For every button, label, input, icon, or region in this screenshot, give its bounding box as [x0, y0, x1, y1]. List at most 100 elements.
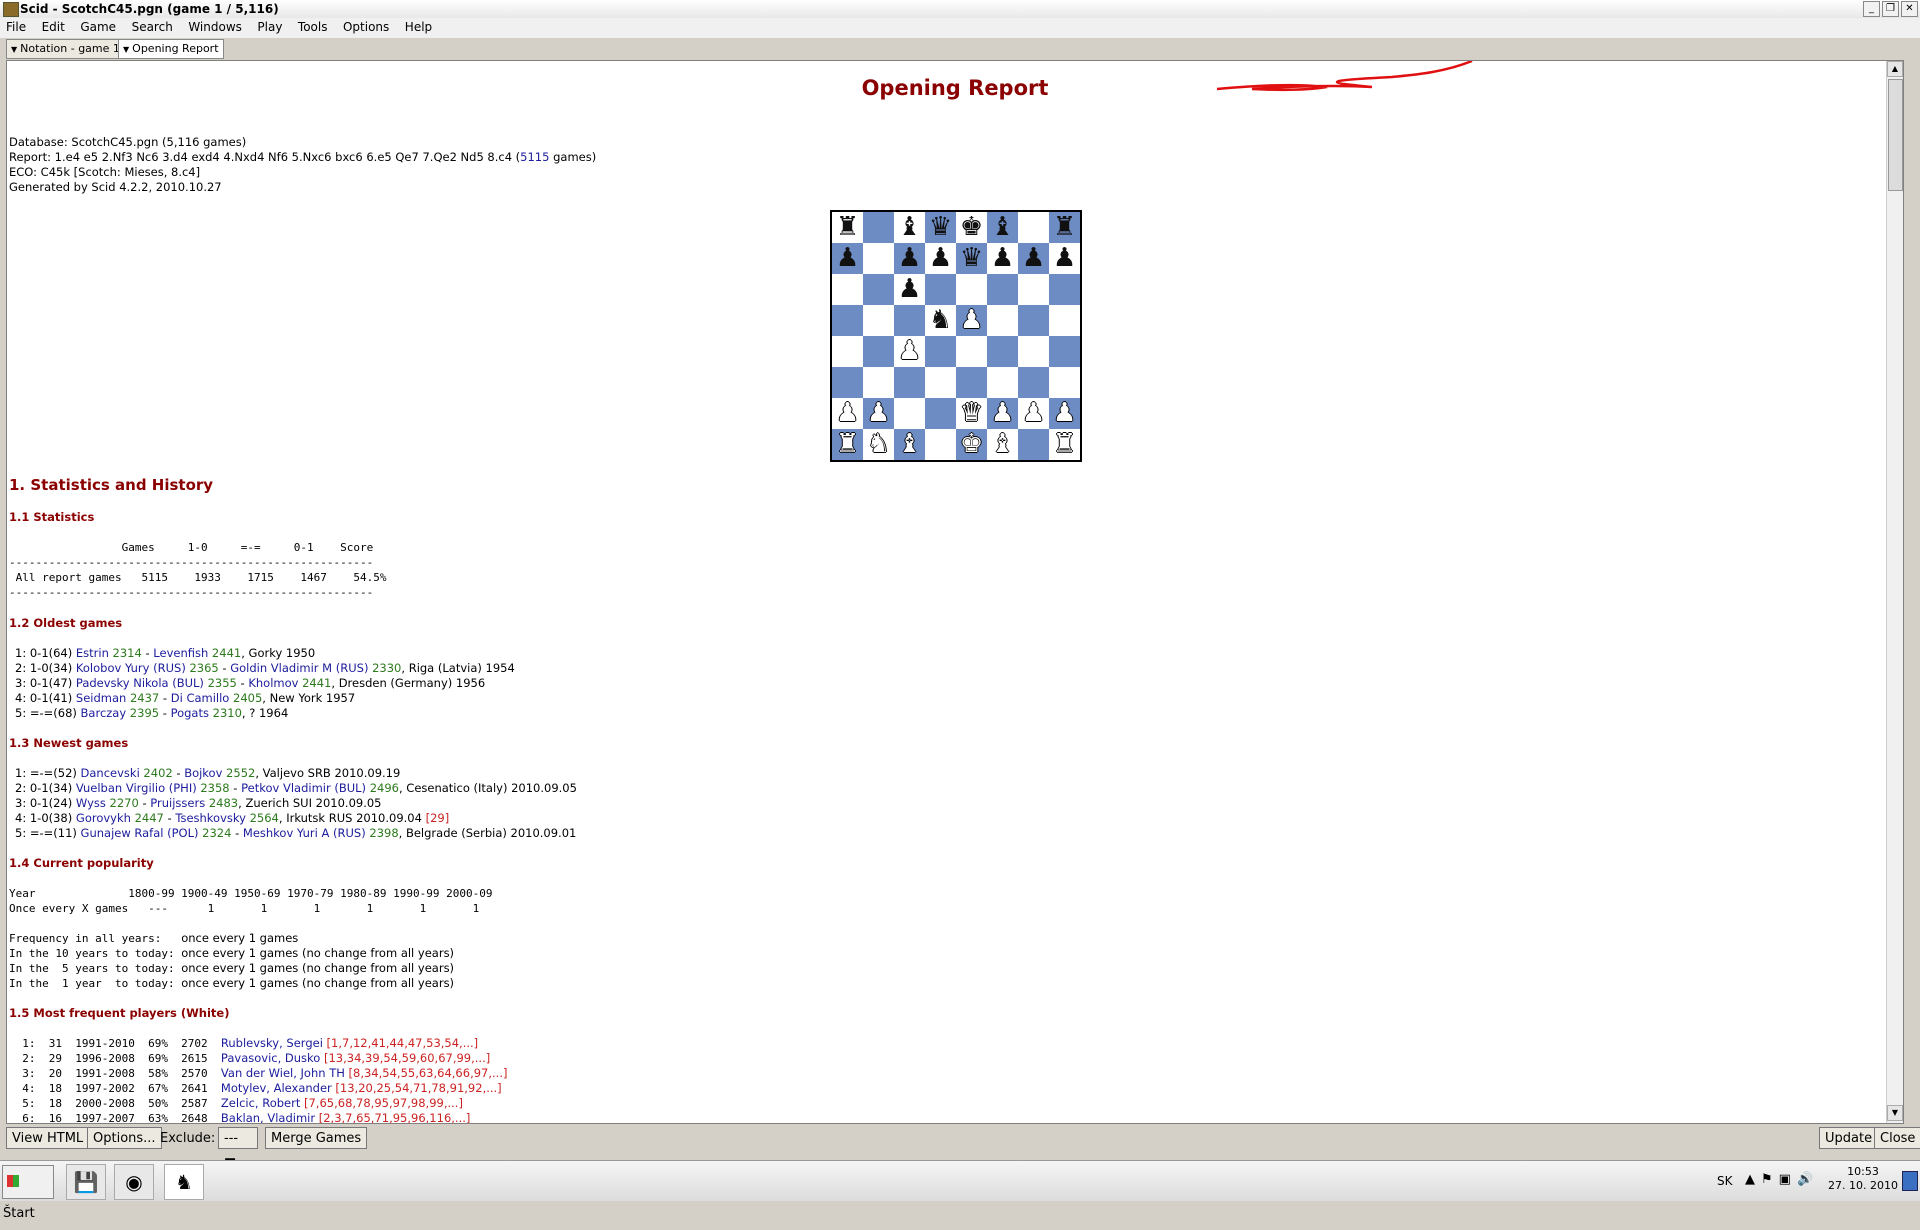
black-player-link[interactable]: Meshkov Yuri A (RUS): [243, 826, 366, 840]
black-player-link[interactable]: Bojkov: [184, 766, 222, 780]
player-name-link[interactable]: Van der Wiel, John TH: [221, 1066, 345, 1080]
game-row[interactable]: 1: 0-1(64) Estrin 2314 - Levenfish 2441,…: [15, 646, 515, 661]
restore-icon[interactable]: ❐: [1882, 1, 1899, 17]
tab-opening-report[interactable]: ▼ Opening Report: [118, 39, 224, 59]
game-row[interactable]: 2: 1-0(34) Kolobov Yury (RUS) 2365 - Gol…: [15, 661, 515, 676]
player-row[interactable]: 6: 16 1997-2007 63% 2648 Baklan, Vladimi…: [9, 1111, 507, 1124]
white-player-link[interactable]: Gorovykh: [76, 811, 131, 825]
player-games-link[interactable]: [7,65,68,78,95,97,98,99,...]: [300, 1096, 463, 1110]
game-row[interactable]: 4: 1-0(38) Gorovykh 2447 - Tseshkovsky 2…: [15, 811, 577, 826]
game-row[interactable]: 4: 0-1(41) Seidman 2437 - Di Camillo 240…: [15, 691, 515, 706]
menu-tools[interactable]: Tools: [292, 18, 334, 34]
player-row[interactable]: 1: 31 1991-2010 69% 2702 Rublevsky, Serg…: [9, 1036, 507, 1051]
oldest-games-list: 1: 0-1(64) Estrin 2314 - Levenfish 2441,…: [15, 646, 515, 721]
menu-play[interactable]: Play: [251, 18, 288, 34]
vertical-scrollbar[interactable]: ▲ ▼: [1886, 61, 1903, 1123]
merge-games-button[interactable]: Merge Games: [265, 1127, 368, 1149]
menu-help[interactable]: Help: [399, 18, 438, 34]
player-name-link[interactable]: Rublevsky, Sergei: [221, 1036, 323, 1050]
white-player-link[interactable]: Kolobov Yury (RUS): [76, 661, 186, 675]
game-ref-link[interactable]: [29]: [426, 811, 450, 825]
start-button[interactable]: Štart: [2, 1165, 54, 1221]
black-player-link[interactable]: Pogats: [171, 706, 209, 720]
meta-report-count: 5115: [520, 150, 550, 164]
game-result: 1: =-=(52): [15, 766, 81, 780]
save-disk-icon[interactable]: 💾: [66, 1164, 106, 1200]
white-player-link[interactable]: Barczay: [81, 706, 127, 720]
black-player-link[interactable]: Tseshkovsky: [175, 811, 246, 825]
show-desktop-icon[interactable]: [1902, 1171, 1918, 1191]
player-games-link[interactable]: [1,7,12,41,44,47,53,54,...]: [323, 1036, 479, 1050]
tray-icons[interactable]: ▲⚑▣🔊: [1745, 1172, 1819, 1187]
menu-game[interactable]: Game: [74, 18, 122, 34]
player-row[interactable]: 4: 18 1997-2002 67% 2641 Motylev, Alexan…: [9, 1081, 507, 1096]
newest-games-list: 1: =-=(52) Dancevski 2402 - Bojkov 2552,…: [15, 766, 577, 841]
player-name-link[interactable]: Zelcic, Robert: [221, 1096, 300, 1110]
black-player-link[interactable]: Di Camillo: [171, 691, 230, 705]
player-row[interactable]: 3: 20 1991-2008 58% 2570 Van der Wiel, J…: [9, 1066, 507, 1081]
white-player-link[interactable]: Estrin: [76, 646, 109, 660]
black-player-link[interactable]: Pruijssers: [150, 796, 205, 810]
separator: -: [159, 691, 171, 705]
menu-windows[interactable]: Windows: [182, 18, 248, 34]
exclude-select[interactable]: --- ▬: [218, 1127, 258, 1168]
white-player-link[interactable]: Wyss: [76, 796, 106, 810]
game-row[interactable]: 3: 0-1(47) Padevsky Nikola (BUL) 2355 - …: [15, 676, 515, 691]
player-stats: 6: 16 1997-2007 63% 2648: [9, 1112, 221, 1124]
player-games-link[interactable]: [13,20,25,54,71,78,91,92,...]: [332, 1081, 501, 1095]
game-row[interactable]: 2: 0-1(34) Vuelban Virgilio (PHI) 2358 -…: [15, 781, 577, 796]
scroll-down-icon[interactable]: ▼: [1887, 1105, 1903, 1121]
report-viewer[interactable]: Opening Report Database: ScotchC45.pgn (…: [6, 60, 1904, 1124]
frequency-value: once every 1 games (no change from all y…: [181, 976, 455, 990]
white-player-link[interactable]: Gunajew Rafal (POL): [81, 826, 199, 840]
player-row[interactable]: 5: 18 2000-2008 50% 2587 Zelcic, Robert …: [9, 1096, 507, 1111]
meta-report-moves: Report: 1.e4 e5 2.Nf3 Nc6 3.d4 exd4 4.Nx…: [9, 150, 521, 164]
black-player-link[interactable]: Levenfish: [153, 646, 208, 660]
menu-search[interactable]: Search: [126, 18, 179, 34]
tray-arrow-icon[interactable]: ▲: [1745, 1172, 1761, 1187]
game-row[interactable]: 5: =-=(68) Barczay 2395 - Pogats 2310, ?…: [15, 706, 515, 721]
white-player-link[interactable]: Padevsky Nikola (BUL): [76, 676, 204, 690]
player-games-link[interactable]: [8,34,54,55,63,64,66,97,...]: [345, 1066, 508, 1080]
board-square: ♟: [832, 243, 863, 274]
black-player-link[interactable]: Goldin Vladimir M (RUS): [230, 661, 368, 675]
tab-notation[interactable]: ▼ Notation - game 1: [6, 39, 125, 59]
black-player-link[interactable]: Kholmov: [248, 676, 298, 690]
board-square: ♛: [956, 398, 987, 429]
white-pawn-icon: ♟: [1052, 398, 1077, 428]
white-pawn-icon: ♟: [897, 336, 922, 366]
game-row[interactable]: 5: =-=(11) Gunajew Rafal (POL) 2324 - Me…: [15, 826, 577, 841]
player-games-link[interactable]: [13,34,39,54,59,60,67,99,...]: [320, 1051, 490, 1065]
menu-edit[interactable]: Edit: [36, 18, 71, 34]
white-player-link[interactable]: Dancevski: [81, 766, 140, 780]
game-row[interactable]: 3: 0-1(24) Wyss 2270 - Pruijssers 2483, …: [15, 796, 577, 811]
scroll-up-icon[interactable]: ▲: [1887, 61, 1903, 77]
network-icon[interactable]: ▣: [1779, 1172, 1797, 1187]
menu-options[interactable]: Options: [337, 18, 395, 34]
white-player-link[interactable]: Vuelban Virgilio (PHI): [76, 781, 197, 795]
menu-file[interactable]: File: [0, 18, 32, 34]
scroll-thumb[interactable]: [1888, 79, 1903, 191]
update-button[interactable]: Update: [1819, 1127, 1879, 1149]
media-player-icon[interactable]: ◉: [114, 1164, 154, 1200]
close-button[interactable]: Close: [1874, 1127, 1920, 1149]
player-name-link[interactable]: Baklan, Vladimir: [221, 1111, 315, 1123]
black-player-link[interactable]: Petkov Vladimir (BUL): [241, 781, 366, 795]
game-row[interactable]: 1: =-=(52) Dancevski 2402 - Bojkov 2552,…: [15, 766, 577, 781]
minimize-icon[interactable]: _: [1863, 1, 1880, 17]
close-icon[interactable]: ✕: [1901, 1, 1918, 17]
player-row[interactable]: 2: 29 1996-2008 69% 2615 Pavasovic, Dusk…: [9, 1051, 507, 1066]
language-indicator[interactable]: SK: [1717, 1174, 1733, 1188]
volume-icon[interactable]: 🔊: [1797, 1172, 1819, 1187]
white-player-link[interactable]: Seidman: [76, 691, 126, 705]
player-name-link[interactable]: Motylev, Alexander: [221, 1081, 332, 1095]
window-titlebar[interactable]: Scid - ScotchC45.pgn (game 1 / 5,116) _ …: [0, 0, 1920, 19]
player-games-link[interactable]: [2,3,7,65,71,95,96,116,...]: [315, 1111, 471, 1123]
scid-taskbar-icon[interactable]: ♞: [164, 1164, 204, 1200]
player-name-link[interactable]: Pavasovic, Dusko: [221, 1051, 320, 1065]
board-square: ♛: [956, 243, 987, 274]
clock[interactable]: 10:53 27. 10. 2010: [1828, 1165, 1898, 1193]
view-html-button[interactable]: View HTML: [6, 1127, 90, 1149]
options-button[interactable]: Options...: [87, 1127, 162, 1149]
flag-icon[interactable]: ⚑: [1761, 1172, 1779, 1187]
